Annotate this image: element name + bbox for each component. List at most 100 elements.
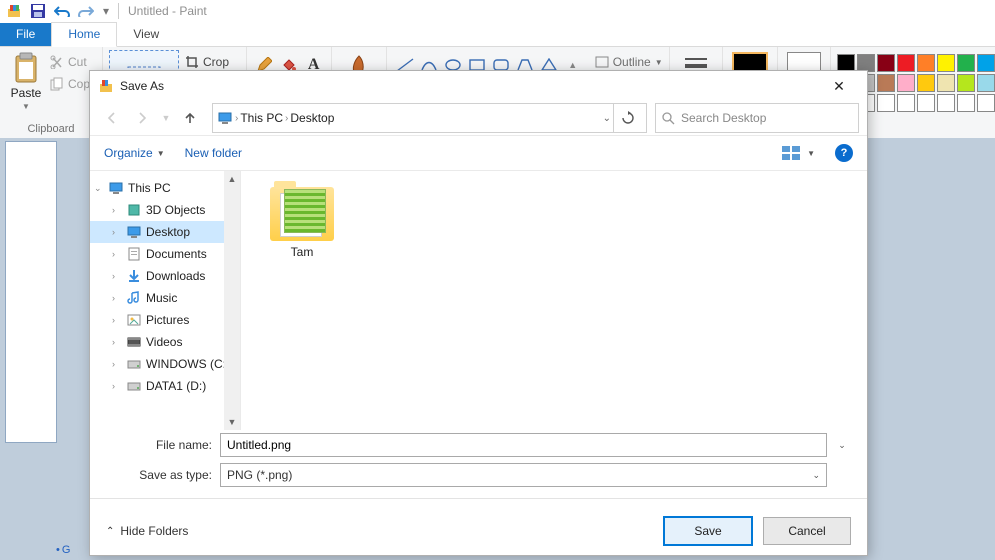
desktop-icon [126,224,142,240]
3d-icon [126,202,142,218]
drive-icon [126,378,142,394]
color-swatch[interactable] [917,94,935,112]
chevron-right-icon: › [112,205,122,215]
cut-button[interactable]: Cut [50,52,96,72]
color-swatch[interactable] [957,74,975,92]
tree-item-pictures[interactable]: ›Pictures [90,309,240,331]
nav-tree: ⌄This PC›3D Objects›Desktop›Documents›Do… [90,171,241,430]
down-icon [126,268,142,284]
color-swatch[interactable] [957,94,975,112]
cancel-button[interactable]: Cancel [763,517,851,545]
tree-item-downloads[interactable]: ›Downloads [90,265,240,287]
close-icon[interactable]: ✕ [819,72,859,100]
nav-recent-button[interactable]: ▼ [158,104,174,132]
clipboard-group-label: Clipboard [6,123,96,137]
chevron-right-icon: › [112,227,122,237]
drive-icon [126,356,142,372]
copy-icon [50,77,64,91]
vid-icon [126,334,142,350]
pc-icon [108,180,124,196]
tree-item-this-pc[interactable]: ⌄This PC [90,177,240,199]
nav-forward-button[interactable] [128,104,156,132]
color-swatch[interactable] [897,94,915,112]
tree-item-videos[interactable]: ›Videos [90,331,240,353]
color-swatch[interactable] [957,54,975,72]
color-swatch[interactable] [977,94,995,112]
breadcrumb[interactable]: › This PC › Desktop ⌄ [212,103,647,133]
tree-item-data1-d-[interactable]: ›DATA1 (D:) [90,375,240,397]
canvas-marker: • G [56,544,70,556]
undo-icon[interactable] [51,1,73,21]
crop-button[interactable]: Crop [185,52,240,72]
chevron-right-icon: › [112,293,122,303]
tree-item-windows-c-[interactable]: ›WINDOWS (C:) [90,353,240,375]
clipboard-icon [12,52,40,84]
nav-up-button[interactable] [176,104,204,132]
pc-small-icon [217,110,233,126]
save-as-dialog: Save As ✕ ▼ › This PC › Desktop ⌄ Search… [89,70,868,556]
tree-item-desktop[interactable]: ›Desktop [90,221,240,243]
chevron-right-icon: › [112,249,122,259]
crop-icon [185,55,199,69]
dialog-app-icon [98,78,114,94]
chevron-right-icon: › [112,337,122,347]
help-icon[interactable]: ? [835,144,853,162]
color-swatch[interactable] [977,54,995,72]
redo-icon[interactable] [75,1,97,21]
chevron-up-icon: ⌃ [106,526,114,537]
chevron-right-icon: › [112,381,122,391]
color-swatch[interactable] [977,74,995,92]
tab-home[interactable]: Home [51,22,117,47]
window-title: Untitled - Paint [128,4,207,18]
tree-item-music[interactable]: ›Music [90,287,240,309]
color-swatch[interactable] [897,54,915,72]
search-icon [662,112,675,125]
music-icon [126,290,142,306]
folder-item[interactable]: Tam [257,187,347,259]
color-swatch[interactable] [877,94,895,112]
tab-bar: File Home View [0,22,995,47]
color-swatch[interactable] [917,54,935,72]
view-mode-icon[interactable] [781,145,801,161]
search-input[interactable]: Search Desktop [655,103,859,133]
hide-folders-button[interactable]: ⌃ Hide Folders [106,524,188,538]
filename-dropdown-icon[interactable]: ⌄ [835,440,849,451]
savetype-combo[interactable]: PNG (*.png) ⌄ [220,463,827,487]
chevron-down-icon[interactable]: ⌄ [603,113,611,124]
folder-icon [270,187,334,241]
outline-button[interactable]: Outline▼ [595,52,663,72]
outline-icon [595,56,609,68]
refresh-button[interactable] [613,104,642,132]
filename-label: File name: [108,438,212,452]
canvas[interactable] [6,142,56,442]
color-swatch[interactable] [937,94,955,112]
app-icon [3,1,25,21]
qat-more-icon[interactable]: ▾ [99,1,113,21]
color-swatch[interactable] [877,54,895,72]
folder-label: Tam [291,245,314,259]
tab-view[interactable]: View [117,23,175,46]
nav-back-button[interactable] [98,104,126,132]
new-folder-button[interactable]: New folder [185,146,242,160]
titlebar: ▾ Untitled - Paint [0,0,995,22]
chevron-right-icon: › [112,359,122,369]
tree-scrollbar[interactable]: ▲ ▼ [224,171,240,430]
color-swatch[interactable] [917,74,935,92]
chevron-right-icon: › [112,315,122,325]
color-swatch[interactable] [937,54,955,72]
tab-file[interactable]: File [0,23,51,46]
paste-button[interactable]: Paste ▼ [6,50,46,111]
color-swatch[interactable] [897,74,915,92]
tree-item-3d-objects[interactable]: ›3D Objects [90,199,240,221]
save-button[interactable]: Save [663,516,753,546]
color-swatch[interactable] [877,74,895,92]
scissors-icon [50,55,64,69]
save-icon[interactable] [27,1,49,21]
chevron-down-icon: ⌄ [94,183,104,194]
doc-icon [126,246,142,262]
organize-button[interactable]: Organize▼ [104,146,165,160]
tree-item-documents[interactable]: ›Documents [90,243,240,265]
color-swatch[interactable] [937,74,955,92]
filename-input[interactable] [220,433,827,457]
file-list[interactable]: Tam [241,171,867,430]
